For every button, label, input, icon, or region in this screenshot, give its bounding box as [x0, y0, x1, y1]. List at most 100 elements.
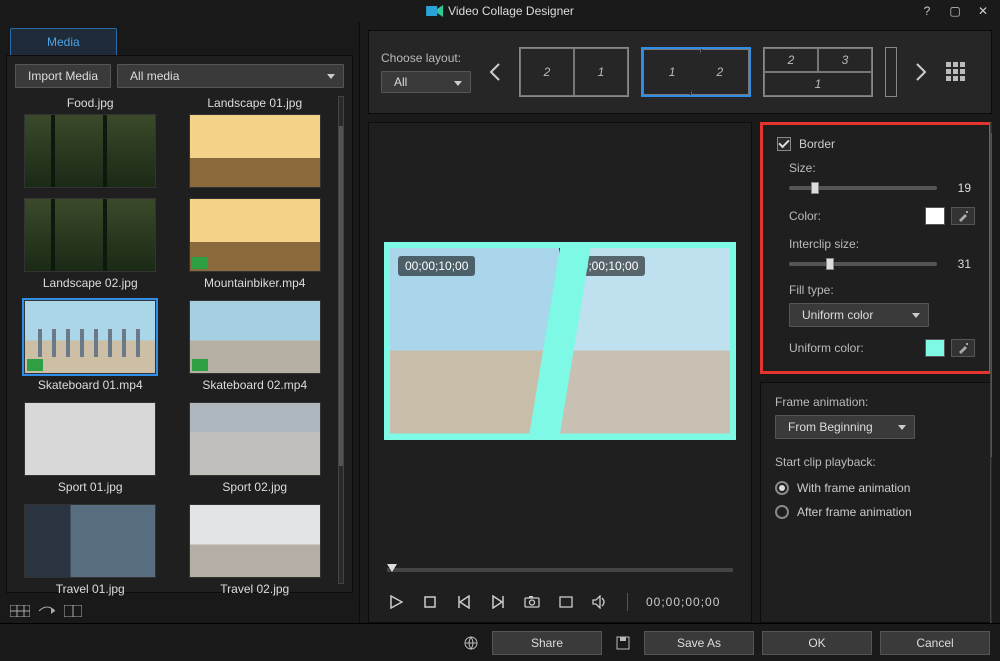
frame-anim-label: Frame animation: — [775, 395, 977, 409]
media-thumbnail[interactable] — [189, 300, 321, 374]
bottom-bar: Share Save As OK Cancel — [0, 623, 1000, 661]
loop-button[interactable] — [557, 593, 575, 611]
media-item[interactable]: Travel 02.jpg — [180, 504, 331, 596]
snapshot-button[interactable] — [523, 593, 541, 611]
size-slider[interactable] — [789, 186, 937, 190]
app-logo-icon — [426, 4, 444, 18]
collage-clip-1[interactable]: 00;00;10;00 — [390, 248, 560, 434]
media-item[interactable]: Landscape 02.jpg — [15, 198, 166, 290]
border-label: Border — [799, 137, 835, 151]
cancel-button[interactable]: Cancel — [880, 631, 990, 655]
media-thumbnail[interactable] — [24, 198, 156, 272]
media-item[interactable]: Food.jpg — [15, 96, 166, 188]
media-item[interactable]: Skateboard 02.mp4 — [180, 300, 331, 392]
media-footer — [0, 599, 359, 623]
media-thumbnail[interactable] — [189, 198, 321, 272]
media-thumbnail[interactable] — [24, 300, 156, 374]
media-thumbnail[interactable] — [189, 504, 321, 578]
collage-clip-2[interactable]: 00;00;10;00 — [560, 248, 730, 434]
media-thumbnail[interactable] — [189, 114, 321, 188]
uniform-color-label: Uniform color: — [789, 341, 864, 355]
settings-scrollbar[interactable] — [988, 122, 992, 623]
media-item-label: Landscape 02.jpg — [15, 276, 166, 290]
share-button[interactable]: Share — [492, 631, 602, 655]
share-icon[interactable] — [458, 631, 484, 655]
ok-button[interactable]: OK — [762, 631, 872, 655]
stop-button[interactable] — [421, 593, 439, 611]
media-item-label: Travel 02.jpg — [180, 582, 331, 596]
color-label: Color: — [789, 209, 821, 223]
media-thumbnail[interactable] — [24, 402, 156, 476]
radio-with-frame[interactable] — [775, 481, 789, 495]
media-item-label: Skateboard 01.mp4 — [15, 378, 166, 392]
window-controls: ? ▢ ✕ — [918, 4, 1000, 18]
interclip-label: Interclip size: — [789, 237, 975, 251]
media-item[interactable]: Landscape 01.jpg — [180, 96, 331, 188]
media-item[interactable]: Sport 01.jpg — [15, 402, 166, 494]
layout-card[interactable]: 231 — [763, 47, 873, 97]
collage-target-icon[interactable] — [64, 605, 82, 617]
media-grid: Food.jpg Landscape 01.jpg Landscape 02.jpg… — [15, 96, 344, 596]
layout-grid-icon[interactable] — [945, 61, 967, 83]
media-item[interactable]: Sport 02.jpg — [180, 402, 331, 494]
layout-prev-button[interactable] — [483, 47, 507, 97]
timeline-slider[interactable] — [387, 568, 733, 572]
border-panel: Border Size: 19 Color: Interclip — [760, 122, 992, 374]
media-thumbnail[interactable] — [189, 402, 321, 476]
clip2-timecode: 00;00;10;00 — [568, 256, 645, 276]
media-thumbnail[interactable] — [24, 504, 156, 578]
radio-with-frame-label: With frame animation — [797, 481, 910, 495]
settings-column: Border Size: 19 Color: Interclip — [760, 122, 992, 623]
maximize-button[interactable]: ▢ — [946, 4, 964, 18]
help-button[interactable]: ? — [918, 4, 936, 18]
close-button[interactable]: ✕ — [974, 4, 992, 18]
media-item[interactable]: Skateboard 01.mp4 — [15, 300, 166, 392]
media-item[interactable]: Travel 01.jpg — [15, 504, 166, 596]
uniform-color-eyedropper[interactable] — [951, 339, 975, 357]
prev-frame-button[interactable] — [455, 593, 473, 611]
interclip-slider[interactable] — [789, 262, 937, 266]
save-as-button[interactable]: Save As — [644, 631, 754, 655]
fill-type-label: Fill type: — [789, 283, 975, 297]
animation-panel: Frame animation: From Beginning Start cl… — [760, 382, 992, 623]
border-color-eyedropper[interactable] — [951, 207, 975, 225]
layout-filter-select[interactable]: All — [381, 71, 471, 93]
start-playback-label: Start clip playback: — [775, 455, 977, 469]
layout-card[interactable]: 12 — [641, 47, 751, 97]
media-item-label: Food.jpg — [15, 96, 166, 110]
size-value: 19 — [947, 181, 971, 195]
choose-layout-label: Choose layout: — [381, 51, 471, 65]
layout-next-button[interactable] — [909, 47, 933, 97]
preview-canvas[interactable]: 00;00;10;00 00;00;10;00 — [369, 123, 751, 558]
uniform-color-swatch[interactable] — [925, 339, 945, 357]
layout-card[interactable] — [885, 47, 897, 97]
transport-bar: 00;00;00;00 — [369, 582, 751, 622]
size-label: Size: — [789, 161, 975, 175]
video-badge-icon — [192, 257, 208, 269]
media-item[interactable]: Mountainbiker.mp4 — [180, 198, 331, 290]
arrow-to-icon — [38, 606, 56, 616]
radio-after-frame-label: After frame animation — [797, 505, 912, 519]
interclip-value: 31 — [947, 257, 971, 271]
video-badge-icon — [192, 359, 208, 371]
import-media-button[interactable]: Import Media — [15, 64, 111, 88]
storyboard-icon[interactable] — [10, 605, 30, 617]
tab-media[interactable]: Media — [10, 28, 117, 55]
window-title: Video Collage Designer — [426, 4, 574, 18]
layout-card[interactable]: 21 — [519, 47, 629, 97]
next-frame-button[interactable] — [489, 593, 507, 611]
volume-button[interactable] — [591, 593, 609, 611]
play-button[interactable] — [387, 593, 405, 611]
border-color-swatch[interactable] — [925, 207, 945, 225]
media-filter-select[interactable]: All media — [117, 64, 344, 88]
radio-after-frame[interactable] — [775, 505, 789, 519]
preview-pane: 00;00;10;00 00;00;10;00 — [368, 122, 752, 623]
save-icon[interactable] — [610, 631, 636, 655]
border-checkbox[interactable] — [777, 137, 791, 151]
fill-type-select[interactable]: Uniform color — [789, 303, 929, 327]
media-thumbnail[interactable] — [24, 114, 156, 188]
frame-anim-select[interactable]: From Beginning — [775, 415, 915, 439]
media-item-label: Mountainbiker.mp4 — [180, 276, 331, 290]
collage-frame[interactable]: 00;00;10;00 00;00;10;00 — [384, 242, 736, 440]
media-scrollbar[interactable] — [336, 96, 346, 584]
